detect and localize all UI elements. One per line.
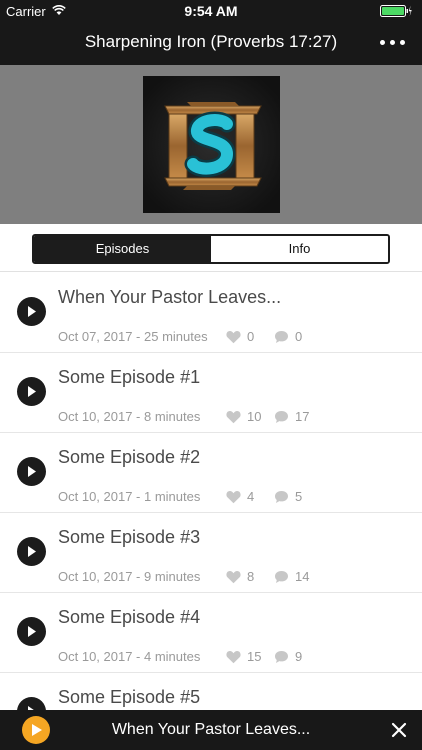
nav-bar: Sharpening Iron (Proverbs 17:27) — [0, 22, 422, 65]
episode-list[interactable]: When Your Pastor Leaves... Oct 07, 2017 -… — [0, 273, 422, 710]
battery-icon — [380, 5, 412, 17]
heart-icon[interactable] — [226, 570, 241, 584]
segmented-control: Episodes Info — [32, 234, 390, 264]
play-icon — [28, 466, 36, 477]
podcast-header — [0, 65, 422, 224]
episode-meta: Oct 10, 2017 - 9 minutes — [58, 569, 201, 584]
comment-count: 5 — [295, 489, 303, 504]
now-playing-title: When Your Pastor Leaves... — [111, 721, 311, 738]
play-icon — [28, 546, 36, 557]
list-item[interactable]: Some Episode #4 Oct 10, 2017 - 4 minutes 1… — [0, 593, 422, 673]
play-icon — [28, 386, 36, 397]
more-dots-icon[interactable] — [380, 36, 406, 50]
play-icon — [28, 306, 36, 317]
episode-title: When Your Pastor Leaves... — [58, 287, 282, 307]
like-count: 10 — [247, 409, 262, 424]
play-icon — [28, 626, 36, 637]
heart-icon[interactable] — [226, 410, 241, 424]
comment-icon[interactable] — [274, 650, 289, 664]
tab-bar: Episodes Info — [0, 224, 422, 272]
comment-count: 9 — [295, 649, 303, 664]
like-count: 15 — [247, 649, 262, 664]
close-icon[interactable] — [390, 721, 408, 739]
tab-info[interactable]: Info — [211, 236, 388, 262]
episode-title: Some Episode #1 — [58, 367, 201, 387]
play-button[interactable] — [17, 537, 46, 566]
heart-icon[interactable] — [226, 330, 241, 344]
comment-count: 0 — [295, 329, 303, 344]
episode-title: Some Episode #3 — [58, 527, 201, 547]
list-item[interactable]: Some Episode #1 Oct 10, 2017 - 8 minutes 1… — [0, 353, 422, 433]
status-time: 9:54 AM — [184, 3, 238, 19]
like-count: 0 — [247, 329, 255, 344]
like-count: 4 — [247, 489, 255, 504]
list-item[interactable]: Some Episode #5 — [0, 673, 422, 710]
episode-title: Some Episode #4 — [58, 607, 201, 627]
list-item[interactable]: Some Episode #3 Oct 10, 2017 - 9 minutes 8… — [0, 513, 422, 593]
play-button[interactable] — [17, 457, 46, 486]
episode-meta: Oct 10, 2017 - 8 minutes — [58, 409, 201, 424]
episode-title: Some Episode #2 — [58, 447, 201, 467]
episode-meta: Oct 10, 2017 - 4 minutes — [58, 649, 201, 664]
heart-icon[interactable] — [226, 490, 241, 504]
comment-count: 17 — [295, 409, 310, 424]
comment-count: 14 — [295, 569, 310, 584]
list-item[interactable]: When Your Pastor Leaves... Oct 07, 2017 -… — [0, 273, 422, 353]
podcast-logo — [143, 76, 280, 213]
play-button[interactable] — [17, 617, 46, 646]
episode-title: Some Episode #5 — [58, 687, 201, 707]
play-button[interactable] — [17, 377, 46, 406]
page-title: Sharpening Iron (Proverbs 17:27) — [84, 32, 338, 51]
like-count: 8 — [247, 569, 255, 584]
play-button[interactable] — [17, 697, 46, 710]
podcast-artwork — [143, 76, 280, 213]
status-bar: Carrier 9:54 AM — [0, 0, 422, 22]
episode-meta: Oct 10, 2017 - 1 minutes — [58, 489, 201, 504]
tab-episodes[interactable]: Episodes — [34, 236, 211, 262]
list-item[interactable]: Some Episode #2 Oct 10, 2017 - 1 minutes 4… — [0, 433, 422, 513]
episode-meta: Oct 07, 2017 - 25 minutes — [58, 329, 208, 344]
mini-player[interactable]: When Your Pastor Leaves... — [0, 710, 422, 750]
comment-icon[interactable] — [274, 410, 289, 424]
heart-icon[interactable] — [226, 650, 241, 664]
play-button[interactable] — [17, 297, 46, 326]
comment-icon[interactable] — [274, 330, 289, 344]
comment-icon[interactable] — [274, 570, 289, 584]
comment-icon[interactable] — [274, 490, 289, 504]
